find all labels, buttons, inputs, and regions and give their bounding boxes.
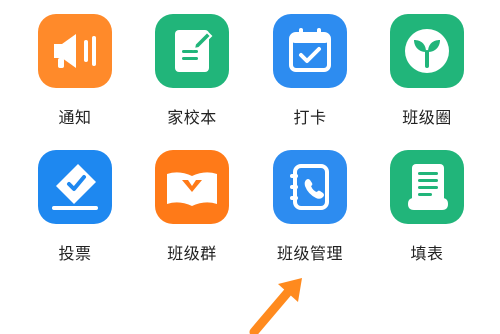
megaphone-icon: [38, 14, 112, 88]
contact-book-icon: [273, 150, 347, 224]
calendar-check-icon: [273, 14, 347, 88]
tile-homework-book[interactable]: 家校本: [132, 14, 252, 144]
notebook-pen-icon: [155, 14, 229, 88]
tile-label: 投票: [58, 244, 92, 263]
pointer-arrow-icon: [249, 278, 302, 334]
tile-label: 班级管理: [276, 244, 343, 263]
tile-vote[interactable]: 投票: [15, 150, 135, 280]
tile-fill-form[interactable]: 填表: [367, 150, 487, 280]
tile-label: 打卡: [293, 108, 327, 127]
sprout-icon: [390, 14, 464, 88]
tile-class-management[interactable]: 班级管理: [250, 150, 370, 280]
tile-class-circle[interactable]: 班级圈: [367, 14, 487, 144]
open-book-icon: [155, 150, 229, 224]
tile-label: 班级群: [167, 244, 217, 263]
tile-label: 家校本: [167, 108, 217, 127]
tile-checkin[interactable]: 打卡: [250, 14, 370, 144]
tile-label: 通知: [58, 108, 92, 127]
tile-label: 填表: [410, 244, 444, 263]
ballot-box-icon: [38, 150, 112, 224]
scroll-form-icon: [390, 150, 464, 224]
app-grid-page: 通知 家校本 打卡 班级圈 投票 班级群 班级管理 填表: [0, 0, 500, 334]
tile-class-group[interactable]: 班级群: [132, 150, 252, 280]
tile-label: 班级圈: [402, 108, 452, 127]
tile-notice[interactable]: 通知: [15, 14, 135, 144]
